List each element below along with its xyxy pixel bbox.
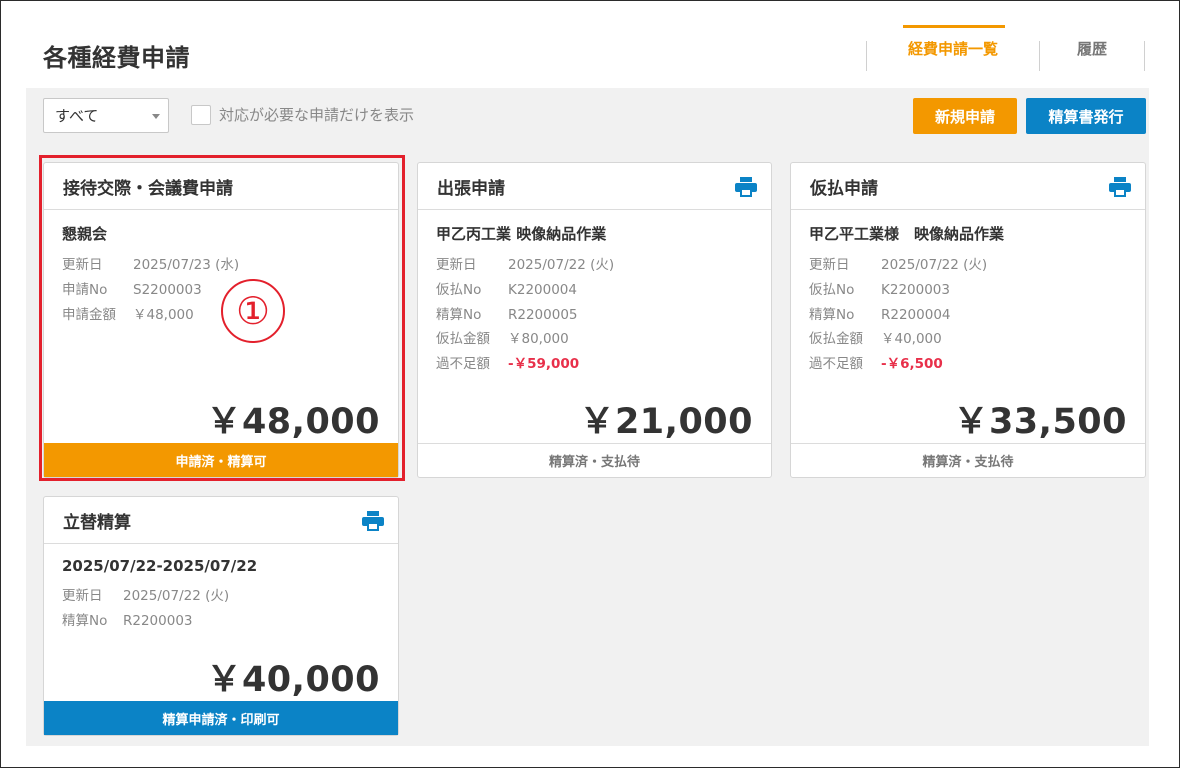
info-row: 精算No R2200003: [62, 609, 380, 634]
info-label: 更新日: [436, 257, 477, 273]
info-row: 仮払金額 ￥40,000: [809, 327, 1127, 352]
info-value: 2025/07/22 (火): [881, 257, 988, 273]
info-label: 申請No: [62, 281, 108, 298]
issue-statement-button[interactable]: 精算書発行: [1026, 98, 1146, 134]
info-row: 精算No R2200005: [436, 303, 753, 328]
info-value: K2200004: [508, 281, 577, 298]
shortfall-value: -￥6,500: [881, 356, 943, 373]
shortfall-value: -￥59,000: [508, 356, 580, 373]
info-row: 申請No S2200003: [62, 278, 380, 303]
info-value: 2025/07/22 (火): [508, 257, 615, 273]
info-value: S2200003: [133, 281, 202, 298]
info-label: 更新日: [62, 257, 103, 273]
filter-select[interactable]: すべて: [43, 98, 169, 133]
card-body: 2025/07/22-2025/07/22 更新日 2025/07/22 (火) …: [44, 544, 398, 634]
info-value: ￥40,000: [881, 331, 942, 348]
card-amount: ￥48,000: [206, 402, 380, 442]
chevron-down-icon: [152, 114, 160, 119]
card-header: 立替精算: [44, 497, 398, 544]
info-label: 仮払金額: [436, 331, 490, 348]
card-subject: 甲乙平工業様 映像納品作業: [809, 225, 1005, 243]
info-label: 申請金額: [62, 306, 116, 323]
info-label: 仮払No: [809, 281, 855, 298]
info-value: ￥80,000: [508, 331, 569, 348]
info-row: 過不足額 -￥6,500: [809, 352, 1127, 377]
status-badge: 精算済・支払待: [418, 443, 771, 477]
card-subject: 甲乙丙工業 映像納品作業: [436, 225, 607, 243]
info-row: 仮払No K2200003: [809, 278, 1127, 303]
info-row: 更新日 2025/07/23 (水): [62, 253, 380, 278]
status-badge: 申請済・精算可: [44, 443, 398, 477]
info-label: 更新日: [62, 588, 103, 604]
filter-select-value: すべて: [55, 107, 99, 125]
info-label: 過不足額: [809, 356, 863, 373]
card-header: 接待交際・会議費申請: [44, 163, 398, 210]
tab-expense-list[interactable]: 経費申請一覧: [867, 25, 1039, 71]
info-value: R2200005: [508, 306, 578, 323]
info-label: 精算No: [809, 306, 855, 323]
info-label: 更新日: [809, 257, 850, 273]
info-label: 仮払No: [436, 281, 482, 298]
status-badge: 精算済・支払待: [791, 443, 1145, 477]
info-value: K2200003: [881, 281, 950, 298]
card-amount: ￥40,000: [206, 660, 380, 700]
info-row: 更新日 2025/07/22 (火): [809, 253, 1127, 278]
card-subject: 懇親会: [62, 225, 108, 243]
card-title: 接待交際・会議費申請: [63, 178, 233, 199]
tab-history[interactable]: 履歴: [1040, 25, 1144, 71]
info-row: 更新日 2025/07/22 (火): [436, 253, 753, 278]
card-header: 出張申請: [418, 163, 771, 210]
info-label: 過不足額: [436, 356, 490, 373]
expense-card[interactable]: 立替精算 2025/07/22-2025/07/22 更新日 2025/07/22…: [43, 496, 399, 736]
expense-card[interactable]: 仮払申請 甲乙平工業様 映像納品作業 更新日 2025/07/22 (火) 仮払N…: [790, 162, 1146, 478]
info-label: 仮払金額: [809, 331, 863, 348]
card-title: 仮払申請: [810, 178, 878, 199]
annotation-marker: ①: [221, 279, 285, 343]
tab-divider: [1144, 41, 1145, 71]
info-value: 2025/07/23 (水): [133, 257, 240, 273]
needs-action-label[interactable]: 対応が必要な申請だけを表示: [219, 104, 414, 125]
card-title: 立替精算: [63, 512, 131, 533]
printer-icon[interactable]: [362, 511, 384, 531]
info-value: 2025/07/22 (火): [123, 588, 230, 604]
status-badge: 精算申請済・印刷可: [44, 701, 398, 735]
top-tabs: 経費申請一覧 履歴: [866, 25, 1145, 71]
printer-icon[interactable]: [1109, 177, 1131, 197]
info-row: 更新日 2025/07/22 (火): [62, 584, 380, 609]
needs-action-checkbox[interactable]: [191, 105, 211, 125]
info-label: 精算No: [62, 612, 108, 629]
new-request-button[interactable]: 新規申請: [913, 98, 1017, 134]
info-value: R2200003: [123, 612, 193, 629]
card-body: 甲乙平工業様 映像納品作業 更新日 2025/07/22 (火) 仮払No K220…: [791, 210, 1145, 377]
info-row: 仮払金額 ￥80,000: [436, 327, 753, 352]
card-header: 仮払申請: [791, 163, 1145, 210]
page-title: 各種経費申請: [43, 44, 190, 72]
card-title: 出張申請: [437, 178, 505, 199]
card-amount: ￥33,500: [953, 402, 1127, 442]
card-amount: ￥21,000: [579, 402, 753, 442]
info-label: 精算No: [436, 306, 482, 323]
info-row: 精算No R2200004: [809, 303, 1127, 328]
window-frame: 各種経費申請 経費申請一覧 履歴 すべて 対応が必要な申請だけを表示 新規申請 …: [0, 0, 1180, 768]
info-row: 過不足額 -￥59,000: [436, 352, 753, 377]
info-value: R2200004: [881, 306, 951, 323]
printer-icon[interactable]: [735, 177, 757, 197]
card-body: 甲乙丙工業 映像納品作業 更新日 2025/07/22 (火) 仮払No K2200…: [418, 210, 771, 377]
expense-card[interactable]: 出張申請 甲乙丙工業 映像納品作業 更新日 2025/07/22 (火) 仮払No…: [417, 162, 772, 478]
info-value: ￥48,000: [133, 306, 194, 323]
info-row: 仮払No K2200004: [436, 278, 753, 303]
expense-card[interactable]: 接待交際・会議費申請 懇親会 更新日 2025/07/23 (水) 申請No S22…: [43, 162, 399, 478]
card-subject: 2025/07/22-2025/07/22: [62, 557, 258, 575]
